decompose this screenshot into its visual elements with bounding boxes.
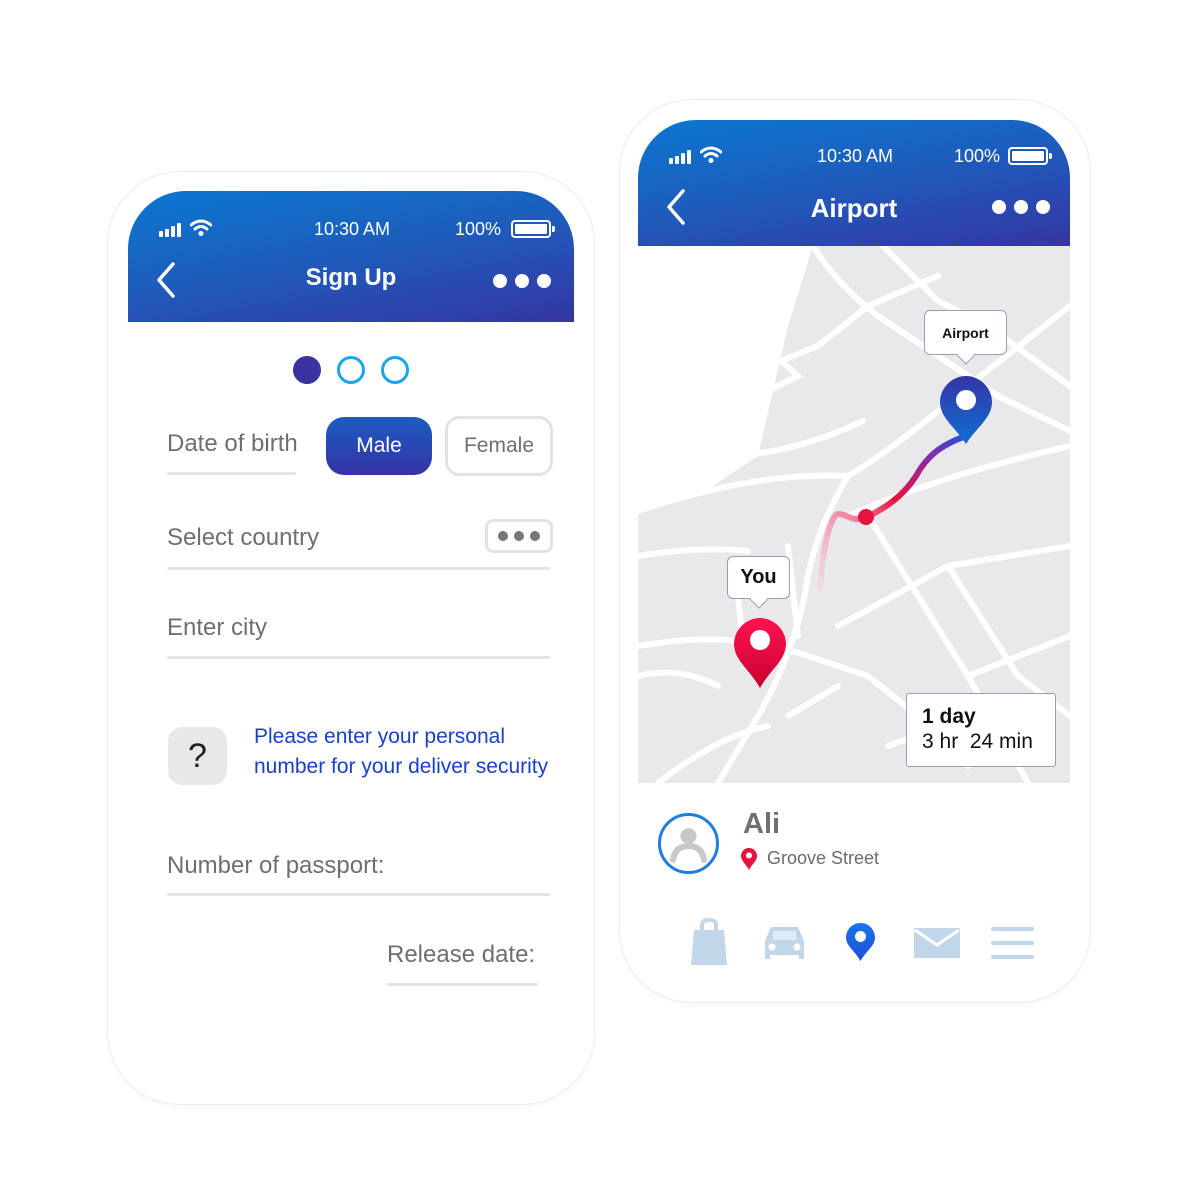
eta-days: 1 day xyxy=(922,705,976,728)
signup-app-bar: 10:30 AM 100% Sign Up xyxy=(128,191,574,322)
user-location: Groove Street xyxy=(767,848,880,868)
step-dot-3 xyxy=(381,356,409,384)
wifi-icon xyxy=(190,219,212,236)
nav-menu-icon[interactable] xyxy=(991,927,1034,959)
city-input[interactable]: Enter city xyxy=(167,614,267,642)
eta-box: 1 day 3 hr 24 min xyxy=(906,693,1056,767)
nav-shop-icon[interactable] xyxy=(690,918,728,966)
battery-icon xyxy=(1008,147,1052,165)
country-options-button[interactable] xyxy=(485,519,553,553)
step-dot-1 xyxy=(293,356,321,384)
status-time: 10:30 AM xyxy=(817,146,894,166)
passport-underline xyxy=(167,893,550,896)
date-of-birth-underline xyxy=(167,472,296,475)
destination-pin-icon xyxy=(940,376,992,444)
date-of-birth-field[interactable]: Date of birth xyxy=(167,430,298,458)
status-bar: 10:30 AM 100% xyxy=(638,140,1070,170)
origin-callout: You xyxy=(727,556,790,599)
user-icon xyxy=(670,828,707,863)
nav-location-icon[interactable] xyxy=(846,923,875,961)
country-underline xyxy=(167,567,550,570)
gender-male-button[interactable]: Male xyxy=(326,417,432,475)
gender-female-button[interactable]: Female xyxy=(445,416,553,476)
release-date-underline xyxy=(387,983,538,986)
destination-callout: Airport xyxy=(924,310,1007,355)
status-time: 10:30 AM xyxy=(314,219,391,239)
more-options-button[interactable] xyxy=(992,200,1050,214)
route-app-bar: 10:30 AM 100% Airport xyxy=(638,120,1070,246)
status-bar: 10:30 AM 100% xyxy=(128,213,574,243)
step-dot-2 xyxy=(337,356,365,384)
avatar[interactable] xyxy=(658,813,719,874)
battery-percent: 100% xyxy=(455,219,502,239)
passport-number-input[interactable]: Number of passport: xyxy=(167,852,384,880)
location-pin-icon xyxy=(741,848,757,870)
help-text: Please enter your personal number for yo… xyxy=(254,725,549,778)
wifi-icon xyxy=(700,146,722,163)
release-date-input[interactable]: Release date: xyxy=(387,941,535,969)
more-options-button[interactable] xyxy=(493,274,551,288)
signal-icon xyxy=(159,223,185,237)
nav-car-icon[interactable] xyxy=(763,925,806,961)
select-country-field[interactable]: Select country xyxy=(167,524,319,552)
nav-mail-icon[interactable] xyxy=(914,928,960,958)
user-name: Ali xyxy=(743,808,781,840)
route-progress-marker xyxy=(858,509,874,525)
battery-icon xyxy=(511,220,555,238)
help-icon[interactable]: ? xyxy=(168,727,227,785)
step-indicator xyxy=(293,356,409,384)
signal-icon xyxy=(669,150,695,164)
eta-time: 3 hr 24 min xyxy=(922,730,1033,753)
city-underline xyxy=(167,656,550,659)
battery-percent: 100% xyxy=(954,146,1001,166)
